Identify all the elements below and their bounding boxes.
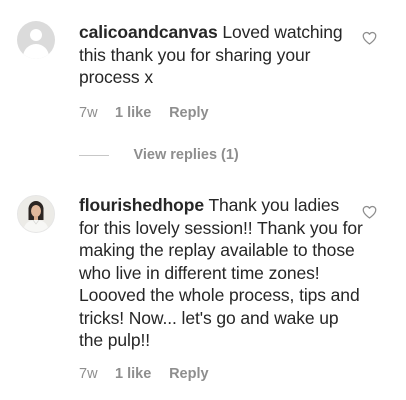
view-replies-divider — [79, 154, 109, 156]
view-replies-label[interactable]: View replies (1) — [133, 146, 238, 164]
reply-button[interactable]: Reply — [169, 104, 209, 122]
comment-body: Thank you ladies for this lovely session… — [79, 195, 363, 350]
heart-icon[interactable] — [362, 31, 377, 45]
avatar-default-icon[interactable] — [17, 21, 55, 59]
heart-icon[interactable] — [362, 205, 377, 219]
avatar-head-shape — [30, 29, 42, 41]
comment-likes-count[interactable]: 1 like — [115, 365, 165, 383]
comment-username[interactable]: flourishedhope — [79, 195, 204, 215]
profile-photo — [18, 196, 54, 232]
view-replies-button[interactable]: View replies (1) — [79, 146, 239, 164]
comment-timestamp[interactable]: 7w — [79, 365, 111, 383]
reply-button[interactable]: Reply — [169, 365, 209, 383]
avatar-body-shape — [23, 44, 49, 59]
avatar[interactable] — [17, 195, 55, 233]
comment-likes-count[interactable]: 1 like — [115, 104, 165, 122]
comment-text: calicoandcanvas Loved watching this than… — [79, 21, 364, 89]
comment-meta: 7w 1 like Reply — [79, 365, 209, 383]
comment-meta: 7w 1 like Reply — [79, 104, 209, 122]
comment-timestamp[interactable]: 7w — [79, 104, 111, 122]
comment-username[interactable]: calicoandcanvas — [79, 22, 218, 42]
comment-text: flourishedhope Thank you ladies for this… — [79, 194, 364, 352]
